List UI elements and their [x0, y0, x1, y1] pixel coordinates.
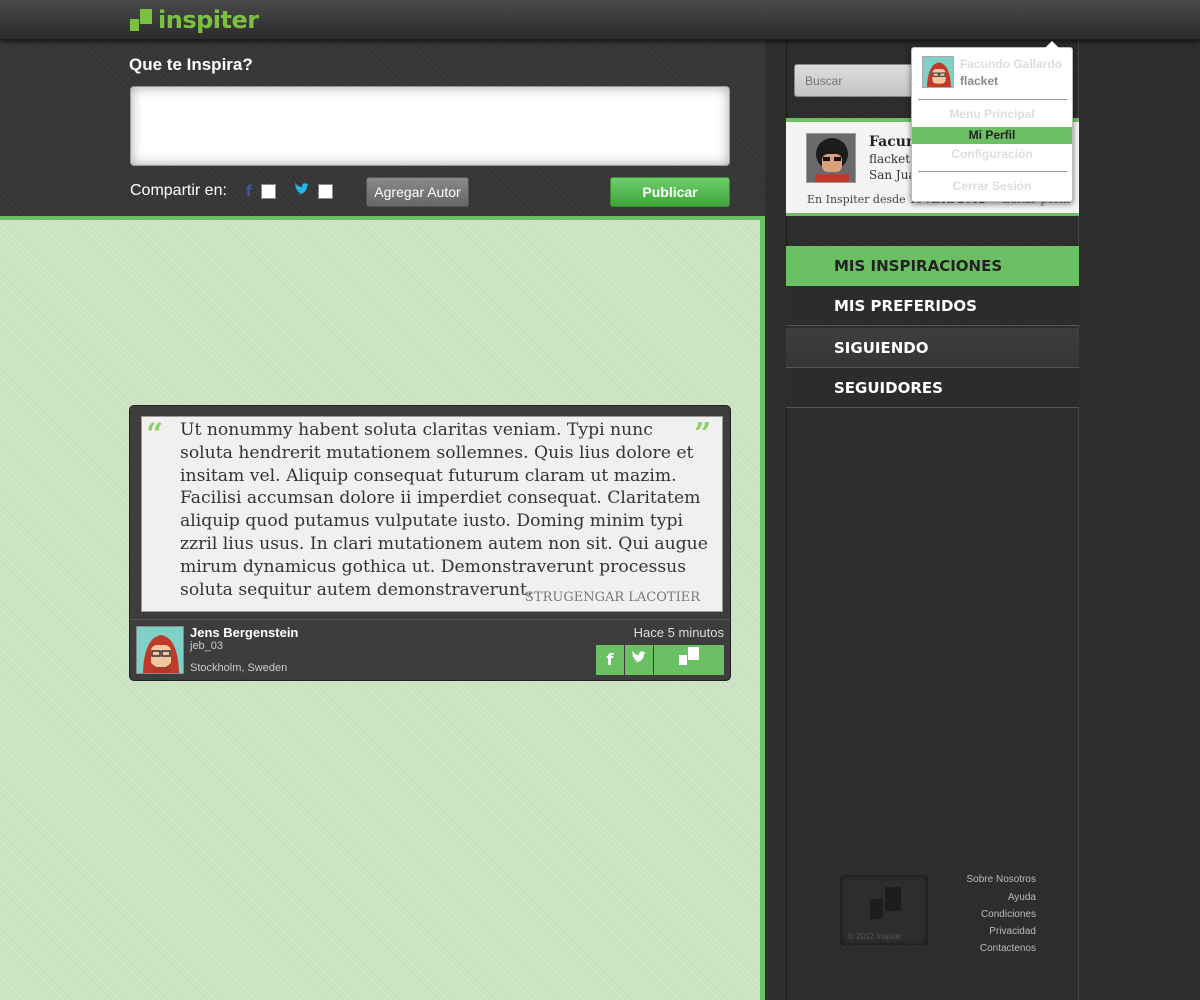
logo-text: inspiter — [158, 6, 259, 34]
quote-text: Ut nonummy habent soluta claritas veniam… — [180, 420, 708, 600]
dropdown-divider — [918, 99, 1067, 100]
footer-copyright: © 2012 Inspiter — [848, 932, 903, 941]
menu-item-cerrar-sesion[interactable]: Cerrar Sesión — [912, 178, 1072, 195]
compose-title: Que te Inspira? — [129, 55, 253, 74]
inspiter-mark-icon — [870, 887, 901, 919]
dropdown-arrow — [1045, 41, 1059, 48]
twitter-share-checkbox[interactable] — [318, 184, 333, 199]
share-label: Compartir en: — [130, 182, 227, 199]
post-user-handle: jeb_03 — [190, 640, 224, 652]
twitter-icon — [294, 183, 309, 200]
inspiter-mark-icon — [679, 647, 699, 665]
profile-handle: flacket — [869, 152, 911, 166]
nav-mis-inspiraciones[interactable]: MIS INSPIRACIONES — [786, 246, 1079, 286]
compose-textarea[interactable] — [130, 86, 730, 166]
dropdown-divider — [918, 171, 1067, 172]
dropdown-avatar — [922, 56, 954, 88]
footer-link-ayuda[interactable]: Ayuda — [920, 892, 1036, 903]
menu-item-menu-principal[interactable]: Menu Principal — [912, 106, 1072, 123]
open-quote-icon: “ — [146, 417, 164, 452]
dropdown-user-name: Facundo Gallardo — [960, 57, 1063, 71]
dropdown-user-handle: flacket — [960, 74, 999, 88]
footer-link-condiciones[interactable]: Condiciones — [920, 909, 1036, 920]
facebook-icon: f — [245, 182, 253, 200]
quote-author[interactable]: STRUGENGAR LACOTIER — [520, 590, 700, 605]
post-user-name[interactable]: Jens Bergenstein — [190, 625, 298, 640]
nav-seguidores[interactable]: SEGUIDORES — [786, 368, 1079, 408]
add-author-button[interactable]: Agregar Autor — [366, 177, 469, 207]
card-divider — [130, 619, 730, 620]
share-twitter-button[interactable] — [625, 645, 653, 675]
post-timestamp: Hace 5 minutos — [633, 625, 724, 640]
footer-link-contactenos[interactable]: Contactenos — [920, 943, 1036, 954]
menu-item-configuracion[interactable]: Configuración — [912, 146, 1072, 163]
inspire-button[interactable] — [654, 645, 724, 675]
footer-link-sobre-nosotros[interactable]: Sobre Nosotros — [920, 874, 1036, 885]
inspiter-logo[interactable]: inspiter — [130, 6, 259, 34]
twitter-icon — [632, 651, 646, 662]
post-user-location: Stockholm, Sweden — [190, 662, 288, 674]
nav-mis-preferidos[interactable]: MIS PREFERIDOS — [786, 286, 1079, 326]
nav-siguiendo[interactable]: SIGUIENDO — [786, 328, 1079, 368]
logo-mark-icon — [130, 9, 152, 31]
publish-button[interactable]: Publicar — [610, 177, 730, 207]
footer-link-privacidad[interactable]: Privacidad — [920, 926, 1036, 937]
menu-item-mi-perfil[interactable]: Mi Perfil — [912, 127, 1072, 144]
facebook-share-checkbox[interactable] — [261, 184, 276, 199]
avatar[interactable] — [136, 626, 184, 674]
profile-avatar[interactable] — [806, 133, 856, 183]
share-facebook-button[interactable]: f — [596, 645, 624, 675]
